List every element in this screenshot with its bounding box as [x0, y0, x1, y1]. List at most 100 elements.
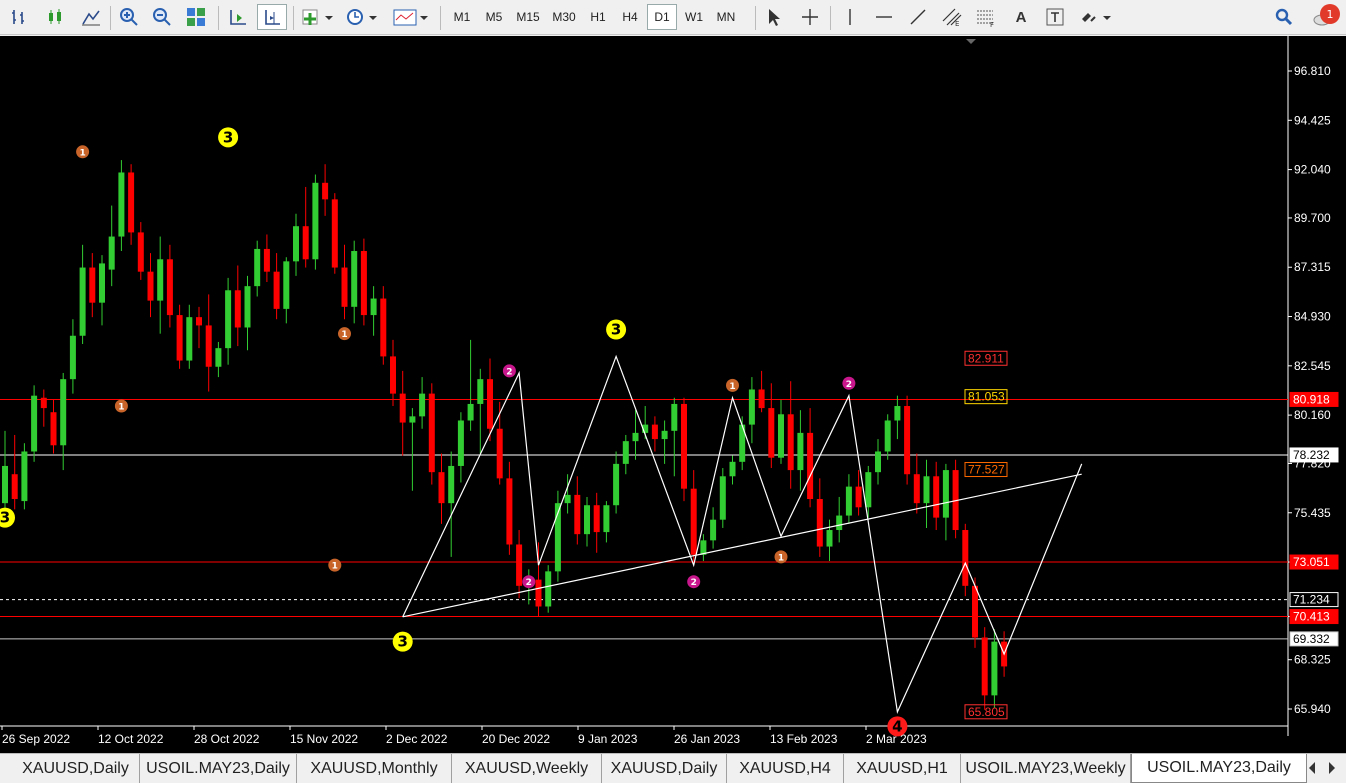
time-tick-label: 9 Jan 2023 — [578, 732, 638, 746]
svg-text:E: E — [955, 20, 959, 27]
tab-scroll-left-icon[interactable] — [1304, 758, 1320, 778]
chart-tab[interactable]: USOIL.MAY23,Weekly — [961, 754, 1131, 783]
autoscroll-icon[interactable] — [224, 4, 252, 30]
fibonacci-icon[interactable]: F — [972, 4, 1000, 30]
price-tick-label: 94.425 — [1294, 113, 1331, 127]
chart-tab[interactable]: USOIL.MAY23,Daily — [140, 754, 297, 783]
bull-candle — [448, 465, 455, 504]
bear-candle — [768, 408, 775, 458]
toolbar: M1 M5 M15 M30 H1 H4 D1 W1 MN E F A 1 — [0, 0, 1346, 35]
level-price-label: 78.232 — [1293, 448, 1330, 462]
bear-candle — [331, 199, 338, 268]
chart-tab[interactable]: XAUUSD,Daily — [602, 754, 727, 783]
time-tick-label: 13 Feb 2023 — [770, 732, 838, 746]
wave-marker-label: 4 — [892, 717, 902, 735]
wave-marker-label: 2 — [506, 367, 512, 377]
bull-candle — [351, 251, 358, 307]
periods-clock-icon[interactable] — [342, 4, 382, 30]
chart-tab[interactable]: XAUUSD,Daily — [12, 754, 140, 783]
bull-candle — [661, 430, 668, 440]
equidistant-channel-icon[interactable]: E — [938, 4, 966, 30]
wave-marker-label: 1 — [118, 403, 124, 413]
timeframe-d1-button[interactable]: D1 — [647, 4, 677, 30]
bull-candle — [748, 389, 755, 425]
bull-candle — [894, 406, 901, 421]
zoom-in-icon[interactable] — [115, 4, 143, 30]
tab-scroll-arrows[interactable] — [1304, 758, 1344, 778]
bear-candle — [399, 393, 406, 423]
timeframe-m1-button[interactable]: M1 — [447, 4, 477, 30]
bull-candle — [875, 451, 881, 473]
cursor-icon[interactable] — [760, 4, 788, 30]
bull-candle — [215, 348, 222, 367]
bull-candle — [457, 420, 464, 466]
time-tick-label: 28 Oct 2022 — [194, 732, 260, 746]
bull-candle — [157, 259, 164, 301]
vertical-line-icon[interactable] — [838, 4, 862, 30]
projection-label: 77.527 — [968, 463, 1005, 477]
line-chart-icon[interactable] — [76, 4, 106, 30]
bear-candle — [516, 544, 523, 586]
price-tick-label: 92.040 — [1294, 163, 1331, 177]
tile-windows-icon[interactable] — [182, 4, 210, 30]
bull-candle — [836, 515, 843, 531]
notifications-button[interactable]: 1 — [1306, 4, 1340, 30]
bull-candle — [671, 403, 678, 431]
search-icon[interactable] — [1270, 4, 1298, 30]
bull-candle — [254, 248, 261, 287]
bull-candle — [826, 530, 833, 547]
bear-candle — [787, 414, 794, 471]
bear-candle — [166, 259, 173, 316]
wave-marker-label: 3 — [0, 509, 10, 527]
bear-candle — [535, 579, 542, 607]
bear-candle — [855, 486, 862, 508]
timeframe-m30-button[interactable]: M30 — [547, 4, 581, 30]
text-label-icon[interactable] — [1042, 4, 1068, 30]
horizontal-line-icon[interactable] — [870, 4, 898, 30]
timeframe-w1-button[interactable]: W1 — [679, 4, 709, 30]
timeframe-h1-button[interactable]: H1 — [583, 4, 613, 30]
bear-candle — [913, 474, 920, 504]
chart-tab[interactable]: XAUUSD,H1 — [844, 754, 961, 783]
candlestick-chart-icon[interactable] — [40, 4, 70, 30]
bear-candle — [205, 325, 212, 367]
tab-scroll-right-icon[interactable] — [1324, 758, 1340, 778]
crosshair-icon[interactable] — [796, 4, 824, 30]
text-tool-icon[interactable]: A — [1008, 4, 1034, 30]
bear-candle — [506, 478, 513, 545]
zoom-out-icon[interactable] — [148, 4, 176, 30]
timeframe-m15-button[interactable]: M15 — [511, 4, 545, 30]
bar-chart-icon[interactable] — [6, 4, 34, 30]
chart-tabs-bar: XAUUSD,Daily USOIL.MAY23,Daily XAUUSD,Mont… — [0, 753, 1346, 783]
bull-candle — [622, 441, 629, 464]
timeframe-mn-button[interactable]: MN — [711, 4, 741, 30]
bull-candle — [21, 451, 28, 502]
bear-candle — [816, 499, 823, 547]
price-chart[interactable]: 96.810 94.425 92.040 89.700 87.315 84.930 82.5… — [0, 36, 1346, 753]
chart-tab[interactable]: XAUUSD,Weekly — [452, 754, 602, 783]
bear-candle — [273, 271, 280, 309]
timeframe-h4-button[interactable]: H4 — [615, 4, 645, 30]
templates-dropdown-icon[interactable] — [390, 4, 432, 30]
chart-tab[interactable]: XAUUSD,Monthly — [297, 754, 452, 783]
chart-window[interactable]: 96.810 94.425 92.040 89.700 87.315 84.930 82.5… — [0, 36, 1346, 753]
price-tick-label: 75.435 — [1294, 506, 1331, 520]
chart-tab[interactable]: XAUUSD,H4 — [727, 754, 844, 783]
indicators-dropdown-icon[interactable] — [298, 4, 338, 30]
arrows-dropdown-icon[interactable] — [1076, 4, 1116, 30]
bear-candle — [972, 585, 978, 638]
price-tick-label: 80.160 — [1294, 408, 1331, 422]
chart-shift-icon[interactable] — [257, 4, 287, 30]
bull-candle — [225, 290, 232, 349]
bull-candle — [467, 403, 474, 421]
price-tick-label: 96.810 — [1294, 64, 1331, 78]
chart-tab[interactable]: USOIL.MAY23,Daily — [1131, 754, 1307, 783]
wave-marker-label: 2 — [691, 578, 697, 588]
wave-marker-label: 1 — [332, 562, 338, 572]
timeframe-m5-button[interactable]: M5 — [479, 4, 509, 30]
trend-line-icon[interactable] — [904, 4, 932, 30]
bull-candle — [865, 472, 872, 508]
bull-candle — [2, 465, 8, 504]
bear-candle — [50, 412, 57, 446]
bear-candle — [322, 182, 329, 200]
